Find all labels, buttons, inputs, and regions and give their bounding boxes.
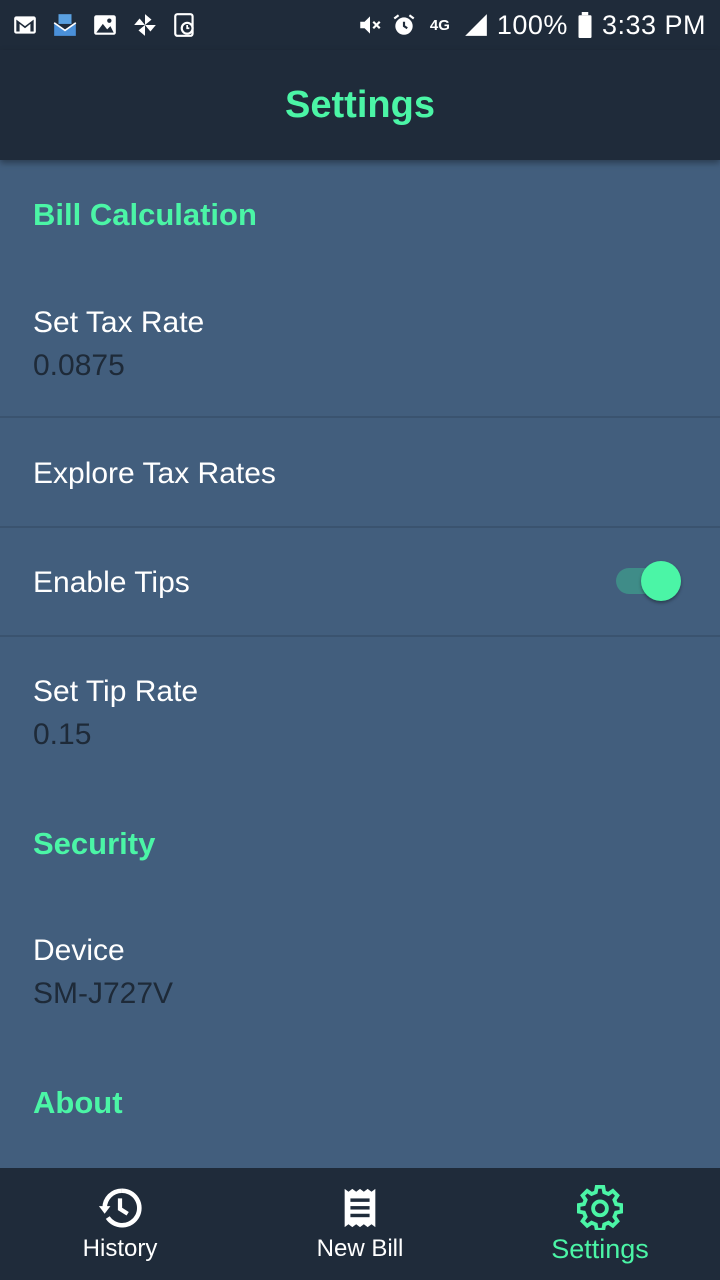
pinwheel-icon <box>132 12 158 38</box>
nav-settings[interactable]: Settings <box>480 1168 720 1280</box>
enable-tips-preference[interactable]: Enable Tips <box>0 528 720 635</box>
device-title: Device <box>33 934 125 967</box>
notification-icons <box>12 12 198 38</box>
set-tip-rate-value: 0.15 <box>33 718 92 751</box>
sync-icon <box>172 12 198 38</box>
section-header-about: About <box>33 1085 123 1120</box>
gear-icon <box>577 1184 623 1230</box>
settings-list[interactable]: Bill Calculation Set Tax Rate 0.0875 Exp… <box>0 160 720 1168</box>
toggle-thumb <box>641 561 681 601</box>
status-bar: 4G 100% 3:33 PM <box>0 0 720 50</box>
set-tip-rate-title: Set Tip Rate <box>33 675 199 708</box>
nav-new-bill[interactable]: New Bill <box>240 1168 480 1280</box>
section-header-security: Security <box>33 826 156 861</box>
mail-icon <box>52 12 78 38</box>
mute-icon <box>357 12 383 38</box>
battery-percentage: 100% <box>496 9 568 40</box>
nav-history-label: History <box>82 1235 158 1262</box>
set-tax-rate-preference[interactable]: Set Tax Rate 0.0875 <box>0 258 720 418</box>
section-header-bill-calculation: Bill Calculation <box>33 197 257 232</box>
app-bar: Settings <box>0 50 720 160</box>
history-icon <box>97 1185 143 1231</box>
set-tax-rate-title: Set Tax Rate <box>33 306 205 339</box>
gmail-icon <box>12 12 38 38</box>
nav-history[interactable]: History <box>0 1168 240 1280</box>
set-tax-rate-value: 0.0875 <box>33 349 125 382</box>
alarm-icon <box>391 12 417 38</box>
explore-tax-rates-preference[interactable]: Explore Tax Rates <box>0 418 720 526</box>
device-preference[interactable]: Device SM-J727V <box>0 890 720 1040</box>
nav-new-bill-label: New Bill <box>316 1235 404 1262</box>
battery-icon <box>576 12 594 38</box>
receipt-icon <box>337 1185 383 1231</box>
enable-tips-toggle[interactable] <box>616 559 682 603</box>
set-tip-rate-preference[interactable]: Set Tip Rate 0.15 <box>0 637 720 797</box>
system-status: 4G 100% 3:33 PM <box>357 10 706 41</box>
bottom-navigation: History New Bill Settings <box>0 1168 720 1280</box>
nav-settings-label: Settings <box>551 1233 649 1264</box>
lte-icon: 4G <box>429 16 450 34</box>
page-title: Settings <box>285 83 435 126</box>
gallery-icon <box>92 12 118 38</box>
device-value: SM-J727V <box>33 977 174 1010</box>
signal-icon <box>463 12 489 38</box>
explore-tax-rates-title: Explore Tax Rates <box>33 457 276 490</box>
clock: 3:33 PM <box>601 9 706 40</box>
enable-tips-title: Enable Tips <box>33 566 190 599</box>
